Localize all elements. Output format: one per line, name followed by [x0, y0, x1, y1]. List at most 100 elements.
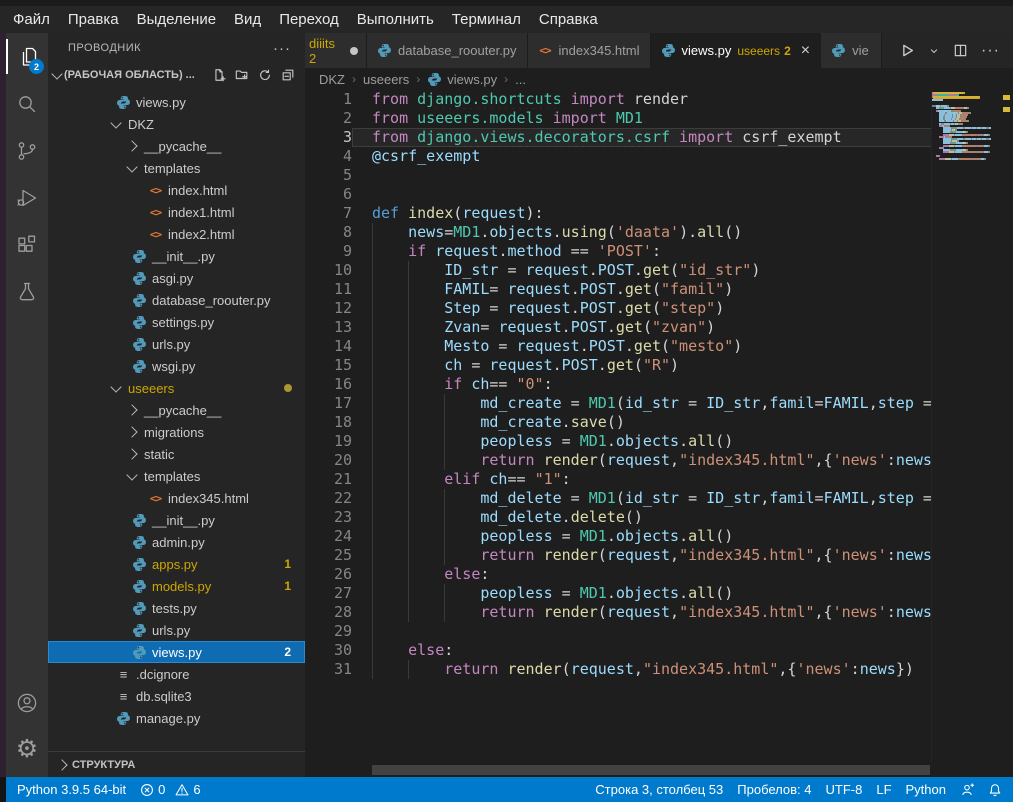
menu-help[interactable]: Справка: [530, 11, 607, 28]
menu-go[interactable]: Переход: [270, 11, 348, 28]
tree-item-tests.py[interactable]: tests.py: [48, 597, 305, 619]
menu-file[interactable]: Файл: [4, 11, 59, 28]
token-pl: .: [553, 356, 562, 374]
workspace-label: (РАБОЧАЯ ОБЛАСТЬ) ...: [64, 69, 195, 81]
html-file-icon-wrap: <>: [148, 227, 163, 242]
token-pl: ): [751, 261, 760, 279]
activity-testing-button[interactable]: [6, 268, 48, 315]
activity-search-button[interactable]: [6, 80, 48, 127]
code-editor[interactable]: 1from django.shortcuts import render2fro…: [305, 90, 932, 763]
close-icon[interactable]: ×: [801, 43, 810, 59]
activity-extensions-button[interactable]: [6, 221, 48, 268]
tree-item-wsgi.py[interactable]: wsgi.py: [48, 355, 305, 377]
tree-item-apps.py[interactable]: apps.py1: [48, 553, 305, 575]
activity-explorer-button[interactable]: 2: [6, 33, 48, 80]
activity-run-debug-button[interactable]: [6, 174, 48, 221]
tree-item-index1.html[interactable]: <>index1.html: [48, 201, 305, 223]
tree-item-static[interactable]: static: [48, 443, 305, 465]
breadcrumb-item[interactable]: useeers: [363, 72, 409, 87]
indent-guide: [372, 394, 373, 413]
workspace-section-header[interactable]: (РАБОЧАЯ ОБЛАСТЬ) ...: [48, 63, 305, 87]
menu-view[interactable]: Вид: [225, 11, 270, 28]
tree-item-settings.py[interactable]: settings.py: [48, 311, 305, 333]
activity-source-control-button[interactable]: [6, 127, 48, 174]
tree-item-__pycache__[interactable]: __pycache__: [48, 399, 305, 421]
status-feedback[interactable]: [953, 777, 981, 802]
run-python-file-icon[interactable]: [898, 42, 915, 59]
tree-item-.dcignore[interactable]: ≡.dcignore: [48, 663, 305, 685]
status-problems[interactable]: 06: [133, 777, 207, 802]
tree-item-index2.html[interactable]: <>index2.html: [48, 223, 305, 245]
tree-item-database_roouter.py[interactable]: database_roouter.py: [48, 289, 305, 311]
html-file-icon-wrap: <>: [148, 491, 163, 506]
tree-item-asgi.py[interactable]: asgi.py: [48, 267, 305, 289]
collapse-all-icon[interactable]: [281, 68, 295, 82]
tab-diiits2[interactable]: diiits 2: [305, 33, 367, 68]
tree-item-models.py[interactable]: models.py1: [48, 575, 305, 597]
explorer-more-icon[interactable]: ···: [273, 40, 291, 57]
activity-settings-button[interactable]: ⚙: [6, 726, 48, 773]
outline-section-header[interactable]: СТРУКТУРА: [48, 751, 305, 777]
tab-database_roouter.py[interactable]: database_roouter.py: [367, 33, 528, 68]
new-folder-icon[interactable]: [235, 68, 249, 82]
token-str: "index345.html": [643, 660, 778, 678]
tree-item-views.py[interactable]: views.py2: [48, 641, 305, 663]
line-number: 27: [305, 584, 352, 603]
tree-item-views.py[interactable]: views.py: [48, 91, 305, 113]
menu-run[interactable]: Выполнить: [348, 11, 443, 28]
minimap[interactable]: [931, 90, 1000, 763]
tree-item-__init__.py[interactable]: __init__.py: [48, 245, 305, 267]
python-file-icon: [116, 711, 131, 726]
tab-views.py[interactable]: views.pyuseeers2×: [651, 33, 822, 68]
breadcrumb-item[interactable]: views.py: [427, 72, 497, 87]
tree-item-admin.py[interactable]: admin.py: [48, 531, 305, 553]
tree-item-urls.py[interactable]: urls.py: [48, 333, 305, 355]
tree-item-index345.html[interactable]: <> index345.html: [48, 487, 305, 509]
tree-item-__init__.py[interactable]: __init__.py: [48, 509, 305, 531]
tree-item-migrations[interactable]: migrations: [48, 421, 305, 443]
code-line-12: 12 Step = request.POST.get("step"): [305, 299, 932, 318]
menu-selection[interactable]: Выделение: [128, 11, 225, 28]
line-content: peopless = MD1.objects.all(): [352, 584, 932, 603]
activity-account-button[interactable]: [6, 679, 48, 726]
code-line-18: 18 md_create.save(): [305, 413, 932, 432]
horizontal-scrollbar[interactable]: [372, 765, 930, 775]
tree-item-index.html[interactable]: <>index.html: [48, 179, 305, 201]
run-dropdown-icon[interactable]: [928, 45, 940, 57]
menu-terminal[interactable]: Терминал: [443, 11, 530, 28]
refresh-icon[interactable]: [258, 68, 272, 82]
tree-item-manage.py[interactable]: manage.py: [48, 707, 305, 729]
tree-item-db.sqlite3[interactable]: ≡db.sqlite3: [48, 685, 305, 707]
token-pl: ,: [869, 489, 878, 507]
breadcrumb-item[interactable]: ...: [515, 72, 526, 87]
status-eol[interactable]: LF: [869, 777, 898, 802]
status-python-interpreter[interactable]: Python 3.9.5 64-bit: [10, 777, 133, 802]
python-file-icon: [661, 43, 676, 58]
breadcrumb-item[interactable]: DKZ: [319, 72, 345, 87]
status-notifications[interactable]: [981, 777, 1009, 802]
tree-item-__pycache__[interactable]: __pycache__: [48, 135, 305, 157]
token-var: news: [896, 546, 932, 564]
status-cursor-position[interactable]: Строка 3, столбец 53: [588, 777, 730, 802]
tab-index345.html[interactable]: <>index345.html: [528, 33, 651, 68]
new-file-icon[interactable]: [212, 68, 226, 82]
token-pl: :: [444, 641, 453, 659]
split-editor-icon[interactable]: [953, 43, 968, 58]
status-encoding[interactable]: UTF-8: [819, 777, 870, 802]
tree-item-urls.py[interactable]: urls.py: [48, 619, 305, 641]
tree-item-templates[interactable]: templates: [48, 465, 305, 487]
tree-item-label: static: [144, 447, 174, 462]
tree-item-label: index345.html: [168, 491, 249, 506]
menu-edit[interactable]: Правка: [59, 11, 128, 28]
tree-item-templates[interactable]: templates: [48, 157, 305, 179]
line-content: Step = request.POST.get("step"): [352, 299, 932, 318]
status-indentation[interactable]: Пробелов: 4: [730, 777, 818, 802]
tree-item-useeers[interactable]: useeers: [48, 377, 305, 399]
tab-vie[interactable]: vie: [821, 33, 882, 68]
status-language-mode[interactable]: Python: [899, 777, 953, 802]
more-actions-icon[interactable]: ···: [981, 42, 1000, 60]
tree-item-DKZ[interactable]: DKZ: [48, 113, 305, 135]
token-str: "0": [517, 375, 544, 393]
line-content: if ch== "0":: [352, 375, 932, 394]
code-line-4: 4@csrf_exempt: [305, 147, 932, 166]
